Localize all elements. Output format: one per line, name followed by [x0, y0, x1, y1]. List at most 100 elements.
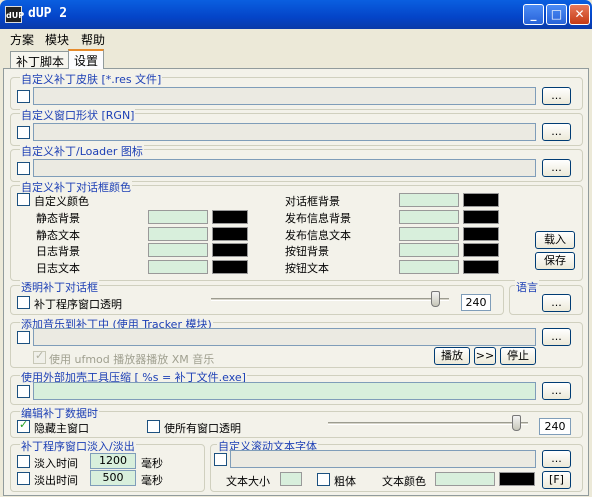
transparency-value[interactable]: 240	[461, 294, 491, 311]
loader-icon-label: 自定义补丁/Loader 图标	[20, 143, 144, 159]
edit-transparency-value[interactable]: 240	[539, 418, 571, 435]
fade-in-unit: 毫秒	[141, 457, 163, 470]
button-bg-color-box[interactable]	[463, 243, 499, 257]
static-text-color-box[interactable]	[212, 227, 248, 241]
tab-settings[interactable]: 设置	[68, 49, 105, 69]
fade-out-label: 淡出时间	[34, 474, 78, 487]
shape-browse-button[interactable]: ...	[542, 123, 571, 141]
window-transparent-label: 补丁程序窗口透明	[34, 298, 122, 311]
fade-label: 补丁程序窗口淡入/淡出	[20, 438, 136, 454]
ufmod-checkbox[interactable]	[33, 349, 46, 364]
bold-checkbox[interactable]	[317, 473, 330, 486]
settings-panel: 自定义补丁皮肤 [*.res 文件] ... 自定义窗口形状 [RGN] ...…	[3, 68, 589, 496]
fade-out-unit: 毫秒	[141, 474, 163, 487]
window-transparent-checkbox[interactable]	[17, 296, 30, 309]
text-color-box[interactable]	[499, 472, 535, 486]
button-text-swatch[interactable]	[399, 260, 459, 274]
transparency-slider-track[interactable]	[211, 298, 449, 301]
static-text-swatch[interactable]	[148, 227, 208, 241]
hide-main-window-label: 隐藏主窗口	[34, 422, 89, 435]
edit-transparency-slider-track[interactable]	[328, 422, 528, 425]
static-text-label: 静态文本	[36, 229, 80, 242]
packer-command-input[interactable]	[33, 382, 536, 400]
skin-label: 自定义补丁皮肤 [*.res 文件]	[20, 71, 163, 87]
static-bg-label: 静态背景	[36, 212, 80, 225]
log-text-swatch[interactable]	[148, 260, 208, 274]
save-colors-button[interactable]: 保存	[535, 252, 575, 270]
custom-color-checkbox[interactable]	[17, 193, 30, 206]
packer-browse-button[interactable]: ...	[542, 382, 571, 400]
release-info-bg-color-box[interactable]	[463, 210, 499, 224]
loader-icon-path-input[interactable]	[33, 159, 536, 177]
fade-out-input[interactable]: 500	[90, 470, 136, 486]
fade-in-checkbox[interactable]	[17, 455, 30, 468]
language-label: 语言	[515, 279, 539, 295]
music-browse-button[interactable]: ...	[542, 328, 571, 346]
static-bg-color-box[interactable]	[212, 210, 248, 224]
shape-path-input[interactable]	[33, 123, 536, 141]
hide-main-window-checkbox[interactable]	[17, 418, 30, 433]
shape-checkbox[interactable]	[17, 126, 30, 139]
release-info-text-label: 发布信息文本	[285, 229, 351, 242]
button-bg-label: 按钮背景	[285, 245, 329, 258]
minimize-button[interactable]: _	[523, 4, 544, 25]
play-button[interactable]: 播放	[434, 347, 470, 365]
dialog-bg-color-box[interactable]	[463, 193, 499, 207]
menu-module[interactable]: 模块	[45, 31, 69, 48]
transparent-all-label: 使所有窗口透明	[164, 422, 241, 435]
language-browse-button[interactable]: ...	[542, 294, 571, 312]
edit-transparency-slider-thumb[interactable]	[512, 415, 521, 431]
static-bg-swatch[interactable]	[148, 210, 208, 224]
release-info-bg-label: 发布信息背景	[285, 212, 351, 225]
release-info-bg-swatch[interactable]	[399, 210, 459, 224]
text-size-input[interactable]	[280, 472, 302, 486]
button-text-color-box[interactable]	[463, 260, 499, 274]
skin-checkbox[interactable]	[17, 90, 30, 103]
button-bg-swatch[interactable]	[399, 243, 459, 257]
stop-button[interactable]: 停止	[500, 347, 536, 365]
skin-path-input[interactable]	[33, 87, 536, 105]
log-bg-swatch[interactable]	[148, 243, 208, 257]
button-text-label: 按钮文本	[285, 262, 329, 275]
maximize-button[interactable]: □	[546, 4, 567, 25]
close-button[interactable]: ✕	[569, 4, 590, 25]
dialog-bg-label: 对话框背景	[285, 195, 340, 208]
menu-bar: 方案 模块 帮助	[0, 29, 592, 47]
tab-patch-script[interactable]: 补丁脚本	[10, 51, 71, 69]
next-button[interactable]: >>	[474, 347, 496, 365]
bold-label: 粗体	[334, 475, 356, 488]
title-bar[interactable]	[0, 0, 592, 29]
transparency-label: 透明补丁对话框	[20, 279, 99, 295]
music-path-input[interactable]	[33, 328, 536, 346]
music-checkbox[interactable]	[17, 331, 30, 344]
loader-icon-checkbox[interactable]	[17, 162, 30, 175]
scroll-font-checkbox[interactable]	[214, 453, 227, 466]
menu-help[interactable]: 帮助	[81, 31, 105, 48]
release-info-text-swatch[interactable]	[399, 227, 459, 241]
packer-checkbox[interactable]	[17, 385, 30, 398]
edit-label: 编辑补丁数据时	[20, 405, 99, 421]
loader-icon-browse-button[interactable]: ...	[542, 159, 571, 177]
text-color-label: 文本颜色	[382, 475, 426, 488]
log-text-label: 日志文本	[36, 262, 80, 275]
fade-in-label: 淡入时间	[34, 457, 78, 470]
log-bg-label: 日志背景	[36, 245, 80, 258]
fade-in-input[interactable]: 1200	[90, 453, 136, 469]
release-info-text-color-box[interactable]	[463, 227, 499, 241]
font-button[interactable]: [F]	[542, 471, 571, 489]
transparency-slider-thumb[interactable]	[430, 291, 440, 307]
shape-label: 自定义窗口形状 [RGN]	[20, 107, 136, 123]
fade-out-checkbox[interactable]	[17, 472, 30, 485]
load-colors-button[interactable]: 载入	[535, 231, 575, 249]
custom-color-label: 自定义颜色	[34, 195, 89, 208]
scroll-font-browse-button[interactable]: ...	[542, 450, 571, 468]
text-color-swatch[interactable]	[435, 472, 495, 486]
app-icon: dUP	[5, 6, 24, 23]
scroll-font-input[interactable]	[230, 450, 536, 468]
log-text-color-box[interactable]	[212, 260, 248, 274]
transparent-all-checkbox[interactable]	[147, 420, 160, 433]
menu-scheme[interactable]: 方案	[10, 31, 34, 48]
dialog-bg-swatch[interactable]	[399, 193, 459, 207]
log-bg-color-box[interactable]	[212, 243, 248, 257]
skin-browse-button[interactable]: ...	[542, 87, 571, 105]
